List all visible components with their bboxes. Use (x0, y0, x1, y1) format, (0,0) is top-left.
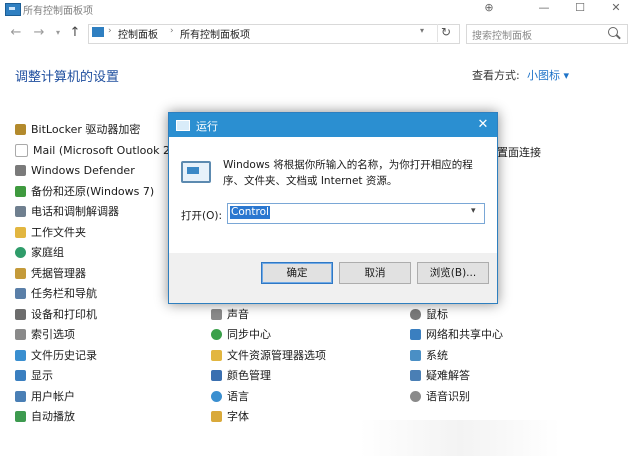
printer-icon (15, 308, 26, 320)
recent-chevron-icon[interactable]: ▾ (50, 25, 66, 41)
pin-icon[interactable]: ⊕ (476, 0, 502, 18)
item-display[interactable]: 显示 (15, 366, 53, 384)
refresh-icon[interactable]: ↻ (441, 25, 451, 39)
item-partial-connection[interactable]: 置面连接 (497, 144, 541, 160)
item-phone-modem[interactable]: 电话和调制解调器 (15, 202, 119, 220)
item-mail[interactable]: Mail (Microsoft Outlook 2016 (15, 141, 191, 159)
item-windows-defender[interactable]: Windows Defender (15, 161, 135, 179)
item-taskbar-navigation[interactable]: 任务栏和导航 (15, 284, 97, 302)
defender-icon (15, 164, 26, 176)
address-dropdown-icon[interactable]: ▾ (420, 26, 424, 35)
run-description: Windows 将根据你所输入的名称，为你打开相应的程序、文件夹、文档或 Int… (223, 159, 473, 187)
chevron-down-icon[interactable]: ▾ (471, 206, 476, 216)
item-speech-recognition[interactable]: 语音识别 (410, 387, 470, 405)
cancel-button[interactable]: 取消 (339, 262, 411, 284)
back-arrow-icon[interactable]: ← (8, 25, 24, 41)
folder-icon (15, 226, 26, 238)
language-icon (211, 390, 222, 402)
window-title: 所有控制面板项 (23, 6, 93, 17)
item-bitlocker[interactable]: BitLocker 驱动器加密 (15, 120, 140, 138)
item-network-sharing[interactable]: 网络和共享中心 (410, 325, 503, 343)
breadcrumb-all-items[interactable]: 所有控制面板项 (180, 26, 250, 41)
folder-options-icon (211, 349, 222, 361)
open-label: 打开(O): (181, 210, 222, 222)
minimize-button[interactable]: — (531, 0, 557, 18)
user-accounts-icon (15, 390, 26, 402)
display-icon (15, 369, 26, 381)
microphone-icon (410, 390, 421, 402)
run-close-icon[interactable]: ✕ (473, 115, 493, 135)
item-sync-center[interactable]: 同步中心 (211, 325, 271, 343)
taskbar-icon (15, 287, 26, 299)
system-icon (410, 349, 421, 361)
indexing-icon (15, 328, 26, 340)
troubleshoot-icon (410, 369, 421, 381)
item-backup-restore[interactable]: 备份和还原(Windows 7) (15, 182, 154, 200)
speaker-icon (211, 308, 222, 320)
item-sound[interactable]: 声音 (211, 305, 249, 323)
network-icon (410, 328, 421, 340)
control-panel-small-icon (92, 27, 104, 37)
item-work-folders[interactable]: 工作文件夹 (15, 223, 86, 241)
item-indexing-options[interactable]: 索引选项 (15, 325, 75, 343)
item-file-explorer-options[interactable]: 文件资源管理器选项 (211, 346, 326, 364)
item-devices-printers[interactable]: 设备和打印机 (15, 305, 97, 323)
mouse-icon (410, 308, 421, 320)
item-autoplay[interactable]: 自动播放 (15, 407, 75, 425)
view-by-label: 查看方式: (472, 69, 520, 82)
run-dialog-body (169, 137, 497, 253)
sync-icon (211, 328, 222, 340)
credential-icon (15, 267, 26, 279)
view-by-dropdown[interactable]: 小图标 ▾ (527, 67, 569, 83)
search-input[interactable]: 搜索控制面板 (472, 27, 532, 42)
up-arrow-icon[interactable]: ↑ (67, 25, 83, 41)
item-file-history[interactable]: 文件历史记录 (15, 346, 97, 364)
run-dialog-title: 运行 (196, 120, 218, 133)
item-color-management[interactable]: 颜色管理 (211, 366, 271, 384)
autoplay-icon (15, 410, 26, 422)
ok-button[interactable]: 确定 (261, 262, 333, 284)
page-title: 调整计算机的设置 (15, 70, 120, 85)
run-dialog-title-bar[interactable] (169, 113, 497, 137)
browse-button[interactable]: 浏览(B)... (417, 262, 489, 284)
run-title-icon (176, 120, 190, 131)
bitlocker-icon (15, 123, 26, 135)
item-mouse[interactable]: 鼠标 (410, 305, 448, 323)
backup-icon (15, 185, 26, 197)
color-management-icon (211, 369, 222, 381)
open-input-value[interactable]: Control (230, 206, 270, 219)
close-button[interactable]: ✕ (603, 0, 629, 18)
forward-arrow-icon[interactable]: → (31, 25, 47, 41)
search-icon[interactable] (608, 27, 618, 37)
item-homegroup[interactable]: 家庭组 (15, 243, 64, 261)
run-dialog: 运行 ✕ Windows 将根据你所输入的名称，为你打开相应的程序、文件夹、文档… (168, 112, 498, 304)
maximize-button[interactable]: ☐ (567, 0, 593, 18)
watermark-fade (360, 420, 560, 456)
item-credential-manager[interactable]: 凭据管理器 (15, 264, 86, 282)
control-panel-icon (5, 3, 21, 16)
mail-icon (15, 143, 28, 157)
item-language[interactable]: 语言 (211, 387, 249, 405)
homegroup-icon (15, 246, 26, 258)
phone-modem-icon (15, 205, 26, 217)
font-icon (211, 410, 222, 422)
item-user-accounts[interactable]: 用户帐户 (15, 387, 75, 405)
file-history-icon (15, 349, 26, 361)
run-program-icon (181, 161, 211, 183)
breadcrumb-control-panel[interactable]: 控制面板 (118, 26, 158, 41)
item-troubleshooting[interactable]: 疑难解答 (410, 366, 470, 384)
item-fonts[interactable]: 字体 (211, 407, 249, 425)
item-system[interactable]: 系统 (410, 346, 448, 364)
